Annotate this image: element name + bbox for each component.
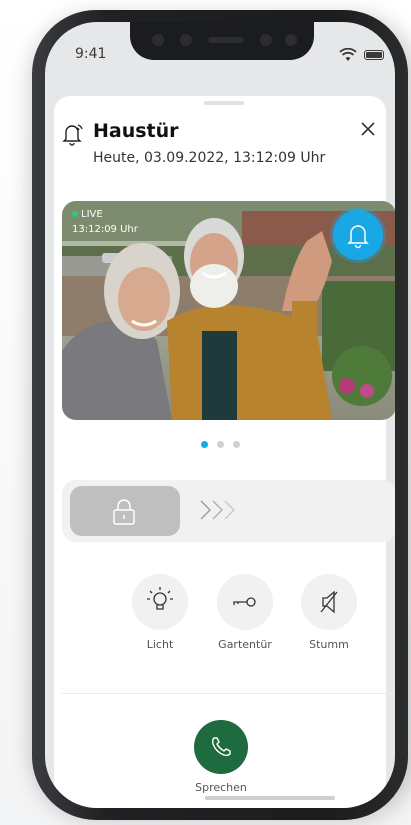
garden-gate-action[interactable]: Gartentür [215, 574, 275, 651]
light-bulb-icon [147, 587, 173, 610]
mute-icon [320, 590, 338, 614]
event-timestamp: Heute, 03.09.2022, 13:12:09 Uhr [93, 150, 326, 166]
garden-gate-label: Gartentür [218, 638, 272, 651]
sensor-dot-right [285, 34, 297, 46]
bell-icon [347, 225, 369, 249]
live-dot [72, 211, 78, 217]
camera-dot [152, 34, 164, 46]
notch [130, 22, 314, 60]
sheet-grabber[interactable] [204, 101, 244, 105]
live-indicator: LIVE [72, 209, 103, 220]
battery-icon [364, 50, 384, 60]
live-timestamp: 13:12:09 Uhr [72, 224, 138, 235]
doorbell-sheet: Haustür Heute, 03.09.2022, 13:12:09 Uhr [54, 96, 395, 808]
home-indicator[interactable] [205, 796, 335, 800]
garden-gate-button[interactable] [217, 574, 273, 630]
divider [62, 693, 395, 694]
background: 9:41 Haustür Heute, 03.09.2022, 13:12:09… [0, 0, 411, 825]
key-icon [233, 597, 256, 607]
pager-dot[interactable] [217, 441, 224, 448]
swipe-chevrons-icon [200, 500, 235, 520]
talk-label: Sprechen [195, 781, 247, 794]
lock-icon [113, 499, 135, 525]
pager-dots [201, 441, 241, 449]
talk-button[interactable] [194, 720, 248, 774]
mute-action[interactable]: Stumm [299, 574, 359, 651]
pager-dot[interactable] [233, 441, 240, 448]
close-icon[interactable] [359, 120, 377, 138]
light-action[interactable]: Licht [130, 574, 190, 651]
phone-frame: 9:41 Haustür Heute, 03.09.2022, 13:12:09… [32, 10, 408, 820]
talk-action[interactable]: Sprechen [186, 720, 256, 794]
pager-dot-active[interactable] [201, 441, 208, 448]
screen: 9:41 Haustür Heute, 03.09.2022, 13:12:09… [45, 22, 395, 808]
live-label: LIVE [81, 209, 103, 220]
doorbell-button[interactable] [333, 210, 383, 260]
status-time: 9:41 [75, 46, 107, 62]
sensor-dot [180, 34, 192, 46]
mute-label: Stumm [309, 638, 349, 651]
speaker-grille [208, 37, 244, 43]
front-camera [260, 34, 272, 46]
status-bar: 9:41 [45, 22, 395, 82]
live-video-feed[interactable]: LIVE 13:12:09 Uhr [62, 201, 395, 420]
wifi-icon [339, 48, 357, 61]
unlock-slider[interactable] [62, 480, 395, 542]
page-title: Haustür [93, 120, 179, 142]
slider-handle[interactable] [70, 486, 180, 536]
mute-button[interactable] [301, 574, 357, 630]
bell-ringing-icon [62, 124, 83, 146]
phone-icon [211, 737, 231, 757]
light-button[interactable] [132, 574, 188, 630]
light-label: Licht [146, 638, 174, 651]
